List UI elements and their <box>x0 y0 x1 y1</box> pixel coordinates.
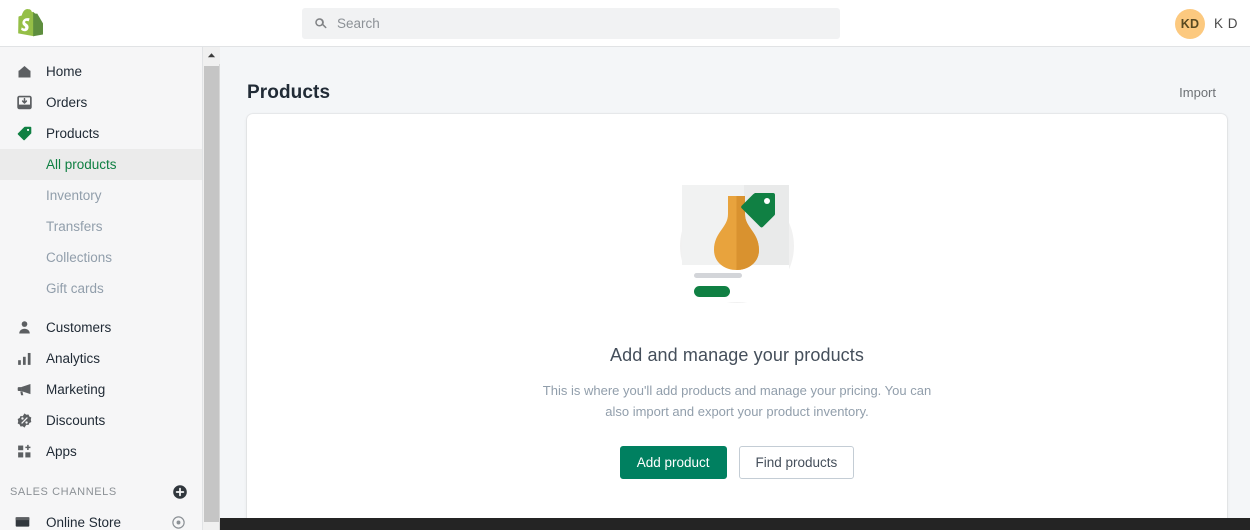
empty-state-card: Add and manage your products This is whe… <box>247 114 1227 530</box>
sidebar-scrollbar[interactable] <box>203 47 220 530</box>
sidebar-item-label: Products <box>46 126 100 141</box>
apps-grid-plus-icon <box>14 442 34 462</box>
main-content: Products Import Add and manage your prod… <box>220 47 1250 530</box>
sidebar-item-label: Marketing <box>46 382 106 397</box>
search-input[interactable] <box>337 9 829 38</box>
page-title: Products <box>247 81 331 103</box>
sidebar-subitem-label: All products <box>46 157 117 172</box>
sidebar-item-orders[interactable]: Orders <box>0 87 202 118</box>
page-header: Products Import <box>220 47 1250 114</box>
product-tag-icon <box>14 124 34 144</box>
import-button[interactable]: Import <box>1179 85 1216 100</box>
shopify-logo[interactable] <box>7 9 54 37</box>
shopify-admin-window: KD K D Home Orders <box>0 0 1250 530</box>
bottom-bar <box>220 518 1250 530</box>
nav-divider-space <box>0 304 202 312</box>
empty-state-heading: Add and manage your products <box>610 345 864 365</box>
sidebar-subitem-transfers[interactable]: Transfers <box>0 211 202 242</box>
sidebar-item-label: Analytics <box>46 351 101 366</box>
plus-circle-icon[interactable] <box>172 484 188 500</box>
sidebar-subitem-inventory[interactable]: Inventory <box>0 180 202 211</box>
sidebar-item-label: Customers <box>46 320 112 335</box>
sidebar-channel-online-store[interactable]: Online Store <box>0 507 202 530</box>
sidebar-subitem-label: Gift cards <box>46 281 104 296</box>
sidebar-channel-label: Online Store <box>46 515 122 530</box>
sidebar-item-label: Discounts <box>46 413 106 428</box>
sidebar-subitem-all-products[interactable]: All products <box>0 149 202 180</box>
search-box[interactable] <box>302 8 840 39</box>
sales-channels-header: SALES CHANNELS <box>0 477 202 507</box>
sidebar-item-customers[interactable]: Customers <box>0 312 202 343</box>
sidebar-subitem-collections[interactable]: Collections <box>0 242 202 273</box>
user-menu[interactable]: KD K D <box>1174 0 1238 47</box>
analytics-bars-icon <box>14 349 34 369</box>
top-bar: KD K D <box>0 0 1250 47</box>
home-icon <box>14 62 34 82</box>
user-name: K D <box>1213 16 1238 31</box>
customer-person-icon <box>14 318 34 338</box>
sidebar-item-apps[interactable]: Apps <box>0 436 202 467</box>
shopify-logo-icon <box>18 9 43 37</box>
sidebar-subitem-gift-cards[interactable]: Gift cards <box>0 273 202 304</box>
avatar[interactable]: KD <box>1174 8 1205 39</box>
sidebar-item-label: Home <box>46 64 83 79</box>
discount-percent-icon <box>14 411 34 431</box>
global-search[interactable] <box>302 8 840 39</box>
scrollbar-thumb[interactable] <box>204 66 219 522</box>
sidebar-item-marketing[interactable]: Marketing <box>0 374 202 405</box>
primary-nav: Home Orders Products All products Invent… <box>0 47 202 530</box>
sidebar-subitem-label: Collections <box>46 250 113 265</box>
sales-channels-title: SALES CHANNELS <box>10 486 117 498</box>
sidebar-item-home[interactable]: Home <box>0 56 202 87</box>
find-products-button[interactable]: Find products <box>738 446 855 479</box>
sidebar-item-analytics[interactable]: Analytics <box>0 343 202 374</box>
sidebar-subitem-label: Inventory <box>46 188 102 203</box>
add-product-button[interactable]: Add product <box>619 446 727 479</box>
product-placeholder-illustration <box>680 185 794 303</box>
sidebar-item-label: Apps <box>46 444 77 459</box>
sidebar-item-discounts[interactable]: Discounts <box>0 405 202 436</box>
scroll-up-arrow-icon[interactable] <box>203 47 220 64</box>
sidebar-item-products[interactable]: Products <box>0 118 202 149</box>
empty-state-body: This is where you'll add products and ma… <box>542 383 932 419</box>
gear-icon[interactable] <box>171 515 186 530</box>
online-store-icon <box>14 513 34 530</box>
sidebar-item-label: Orders <box>46 95 88 110</box>
marketing-megaphone-icon <box>14 380 34 400</box>
sidebar-subitem-label: Transfers <box>46 219 103 234</box>
sidebar: Home Orders Products All products Invent… <box>0 47 203 530</box>
orders-inbox-icon <box>14 93 34 113</box>
empty-state-actions: Add product Find products <box>619 446 855 479</box>
search-icon <box>315 18 327 29</box>
